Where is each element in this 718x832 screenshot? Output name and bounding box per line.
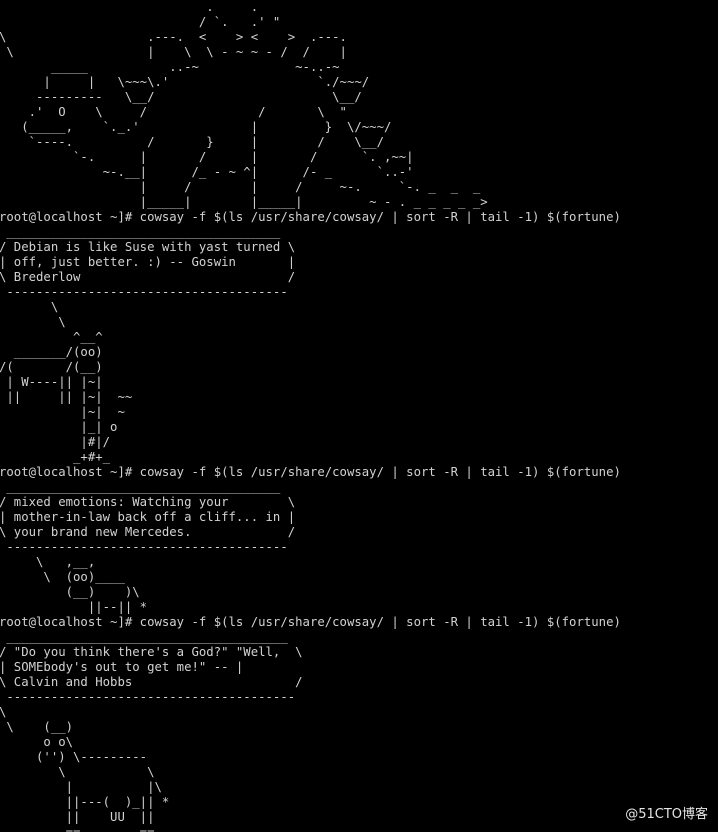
output-line: (__) )\ [0, 585, 140, 599]
output-line: (_____, `._.' | } \/~~~/ [0, 120, 392, 134]
output-line: -------------------------------------- [0, 285, 288, 299]
output-line: -------------------------------------- [0, 540, 288, 554]
output-line: \ (oo)____ [0, 570, 125, 584]
output-line: ||---( )_|| * [0, 795, 170, 809]
output-line: |_| o [0, 420, 118, 434]
output-line: _____________________________________ [0, 480, 281, 494]
output-line: ~-.__| /_ - ~ ^| /- _ `..-' [0, 165, 414, 179]
output-line: \ [0, 300, 59, 314]
output-line: \ (__) [0, 720, 74, 734]
terminal-output: . . / `. .' " \ .---. < > < > .---. \ | \… [0, 0, 621, 832]
output-line: / "Do you think there's a God?" "Well, \ [0, 645, 303, 659]
output-line: == == [0, 825, 155, 832]
output-line: | W----|| |~| [0, 375, 103, 389]
output-line: \ [0, 315, 66, 329]
output-line: \ ,__, [0, 555, 96, 569]
output-line: \ .---. < > < > .---. [0, 30, 347, 44]
output-line: \ your brand new Mercedes. / [0, 525, 296, 539]
output-line: | off, just better. :) -- Goswin | [0, 255, 296, 269]
output-line: \ Calvin and Hobbs / [0, 675, 303, 689]
output-line: \ | \ \ - ~ ~ - / / | [0, 45, 347, 59]
output-line: --------- \__/ \__/ [0, 90, 362, 104]
output-line: |_____| |_____| ~ - . _ _ _ _ _> [0, 195, 488, 209]
output-line: || || |~| ~~ [0, 390, 133, 404]
output-line: ('') \--------- [0, 750, 148, 764]
output-line: _______/(oo) [0, 345, 103, 359]
output-line: || UU || [0, 810, 155, 824]
command-line: root@localhost ~]# cowsay -f $(ls /usr/s… [0, 210, 621, 224]
output-line: _____________________________________ [0, 225, 281, 239]
terminal-window[interactable]: . . / `. .' " \ .---. < > < > .---. \ | \… [0, 0, 718, 832]
output-line: ||--|| * [0, 600, 148, 614]
command-line: root@localhost ~]# cowsay -f $(ls /usr/s… [0, 615, 621, 629]
command-line: root@localhost ~]# cowsay -f $(ls /usr/s… [0, 465, 621, 479]
output-line: / mixed emotions: Watching your \ [0, 495, 296, 509]
output-line: \ [0, 705, 621, 720]
output-line: _+#+_ [0, 450, 111, 464]
output-line: | |\ [0, 780, 162, 794]
output-line: `----. / } | / \__/ [0, 135, 384, 149]
output-line: `-. | / | / `. ,~~| [0, 150, 414, 164]
output-line: / `. .' " [0, 15, 281, 29]
output-line: \ \ [0, 765, 155, 779]
watermark: @51CTO博客 [625, 807, 708, 822]
output-line: ______________________________________ [0, 630, 288, 644]
output-line: / Debian is like Suse with yast turned \ [0, 240, 296, 254]
output-line: o o\ [0, 735, 74, 749]
output-line: | SOMEbody's out to get me!" -- | [0, 660, 244, 674]
output-line: |#|/ [0, 435, 111, 449]
output-line: --------------------------------------- [0, 690, 296, 704]
output-line: |~| ~ [0, 405, 125, 419]
output-line: _____ ..-~ ~-..-~ [0, 60, 340, 74]
output-line: /( /(__) [0, 360, 103, 374]
output-line: ^__^ [0, 330, 103, 344]
output-line: | | \~~~\.' `./~~~/ [0, 75, 370, 89]
output-line: | / | / ~-. `-. _ _ _ [0, 180, 481, 194]
output-line: \ Brederlow / [0, 270, 296, 284]
output-line: . . [0, 0, 259, 14]
output-line: .' O \ / / \ " [0, 105, 347, 119]
output-line: | mother-in-law back off a cliff... in | [0, 510, 296, 524]
